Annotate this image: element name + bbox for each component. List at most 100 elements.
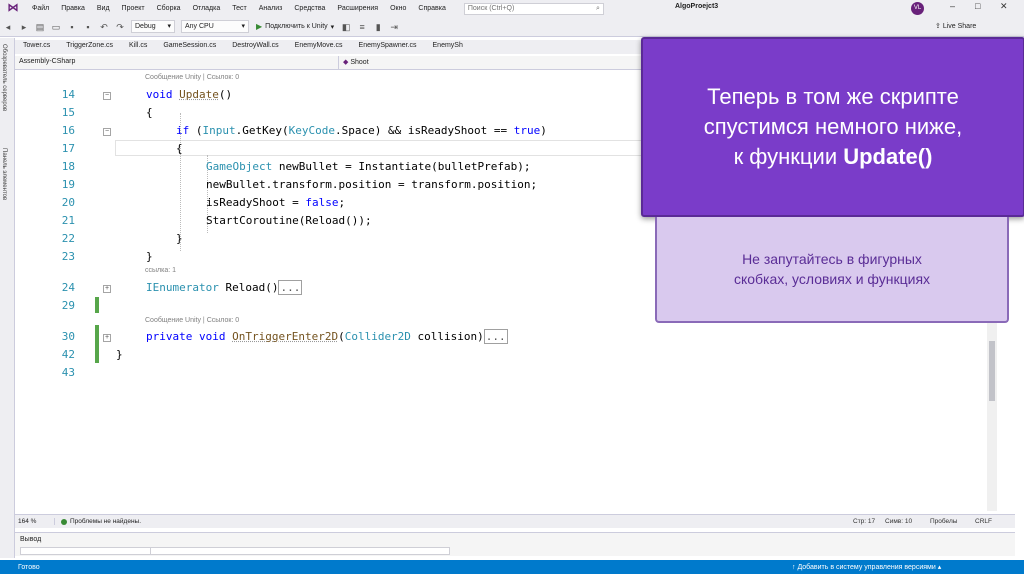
- platform-value: Any CPU: [185, 23, 214, 30]
- output-source-select[interactable]: [20, 547, 160, 555]
- menu-project[interactable]: Проект: [116, 5, 151, 12]
- undo-icon[interactable]: ↶: [99, 22, 109, 32]
- line-number: 15: [61, 106, 75, 119]
- editor-status-strip: 164 % Проблемы не найдены. Стр: 17 Симв:…: [15, 514, 1015, 528]
- menu-debug[interactable]: Отладка: [187, 5, 227, 12]
- codelens-trigger[interactable]: Сообщение Unity | Ссылок: 0: [145, 317, 239, 324]
- maximize-icon[interactable]: □: [975, 1, 980, 11]
- tutorial-callout: Теперь в том же скрипте спустимся немног…: [641, 37, 1024, 217]
- save-all-icon[interactable]: ▪: [83, 22, 93, 32]
- project-dropdown[interactable]: Assembly-CSharp: [15, 56, 339, 69]
- type-name: Collider2D: [344, 330, 411, 343]
- chevron-down-icon: ▾: [167, 23, 171, 30]
- tab-enemy-shoot[interactable]: EnemySh: [425, 40, 471, 54]
- changed-line-marker: [95, 297, 99, 313]
- menu-tools[interactable]: Средства: [288, 5, 331, 12]
- comment-icon[interactable]: ≡: [357, 22, 367, 32]
- tab-tower[interactable]: Tower.cs: [15, 40, 58, 54]
- code-line-position: newBullet.transform.position = transform…: [206, 178, 538, 191]
- chevron-down-icon: ▾: [241, 23, 245, 30]
- line-number: 21: [61, 214, 75, 227]
- new-project-icon[interactable]: ▤: [35, 22, 45, 32]
- quick-launch-placeholder: Поиск (Ctrl+Q): [467, 4, 515, 12]
- collapse-icon[interactable]: −: [103, 128, 111, 136]
- indent-icon[interactable]: ⇥: [389, 22, 399, 32]
- quick-launch-input[interactable]: Поиск (Ctrl+Q) ⌕: [463, 2, 604, 15]
- scrollbar-thumb[interactable]: [989, 341, 995, 401]
- toolbox-tab[interactable]: Панель элементов: [1, 148, 7, 200]
- bookmark-icon[interactable]: ▮: [373, 22, 383, 32]
- live-share-icon: ⇪: [935, 23, 941, 30]
- code-text: ;: [338, 196, 346, 209]
- tab-enemy-move[interactable]: EnemyMove.cs: [287, 40, 351, 54]
- menu-bar: ⋈ Файл Правка Вид Проект Сборка Отладка …: [0, 0, 1024, 17]
- zoom-level[interactable]: 164 %: [15, 518, 55, 525]
- codelens-reload[interactable]: ссылка: 1: [145, 267, 176, 274]
- callout-line: спустимся немного ниже,: [703, 114, 963, 139]
- callout-prefix: к функции: [733, 144, 844, 169]
- scm-label: Добавить в систему управления версиями: [797, 564, 936, 571]
- keyword: void: [146, 88, 173, 101]
- collapsed-region[interactable]: ...: [483, 329, 508, 344]
- open-icon[interactable]: ▭: [51, 22, 61, 32]
- close-icon[interactable]: ✕: [1000, 1, 1008, 12]
- hint-line: Не запутайтесь в фигурных: [742, 251, 922, 267]
- menu-edit[interactable]: Правка: [55, 5, 91, 12]
- add-to-source-control[interactable]: ↑ Добавить в систему управления версиями…: [792, 563, 941, 571]
- menu-window[interactable]: Окно: [384, 5, 412, 12]
- menu-test[interactable]: Тест: [226, 5, 252, 12]
- hot-reload-icon[interactable]: ◧: [341, 22, 351, 32]
- codelens-update[interactable]: Сообщение Unity | Ссылок: 0: [145, 74, 239, 81]
- save-icon[interactable]: ▪: [67, 22, 77, 32]
- whitespace-indicator[interactable]: Пробелы: [930, 518, 957, 525]
- server-explorer-tab[interactable]: Обозреватель серверов: [1, 44, 7, 111]
- tab-game-session[interactable]: GameSession.cs: [155, 40, 224, 54]
- code-text: (): [218, 88, 233, 101]
- window-title: AlgoProejct3: [675, 3, 719, 10]
- attach-unity-button[interactable]: ▶ Подключить к Unity ▾: [256, 22, 334, 31]
- user-avatar[interactable]: VL: [911, 2, 924, 15]
- callout-line: к функции Update(): [704, 142, 962, 172]
- line-number: 22: [61, 232, 75, 245]
- eol-indicator[interactable]: CRLF: [975, 518, 992, 525]
- output-panel: Вывод: [15, 532, 1015, 556]
- menu-help[interactable]: Справка: [412, 5, 451, 12]
- issues-text: Проблемы не найдены.: [70, 518, 142, 525]
- code-text: .GetKey(: [235, 124, 289, 137]
- redo-icon[interactable]: ↷: [115, 22, 125, 32]
- play-icon: ▶: [256, 22, 263, 31]
- line-number: 29: [61, 299, 75, 312]
- expand-icon[interactable]: +: [103, 285, 111, 293]
- standard-toolbar: ◂ ▸ ▤ ▭ ▪ ▪ ↶ ↷ Debug ▾ Any CPU ▾ ▶ Подк…: [0, 17, 1024, 37]
- menu-file[interactable]: Файл: [26, 5, 55, 12]
- menu-analyze[interactable]: Анализ: [253, 5, 289, 12]
- menu-extensions[interactable]: Расширения: [331, 5, 384, 12]
- menu-build[interactable]: Сборка: [151, 5, 187, 12]
- method-name: Update: [179, 88, 219, 101]
- configuration-value: Debug: [135, 23, 156, 30]
- minimize-icon[interactable]: –: [950, 1, 955, 11]
- code-line-coroutine: StartCoroutine(Reload());: [206, 214, 372, 227]
- tab-trigger-zone[interactable]: TriggerZone.cs: [58, 40, 121, 54]
- code-text: (: [338, 330, 345, 343]
- collapse-icon[interactable]: −: [103, 92, 111, 100]
- back-icon[interactable]: ◂: [3, 22, 13, 32]
- line-number: 24: [61, 281, 75, 294]
- expand-icon[interactable]: +: [103, 334, 111, 342]
- status-bar: Готово ↑ Добавить в систему управления в…: [0, 560, 1024, 574]
- issues-indicator[interactable]: Проблемы не найдены.: [55, 518, 141, 525]
- hint-line: скобках, условиях и функциях: [733, 271, 931, 287]
- tab-enemy-spawner[interactable]: EnemySpawner.cs: [351, 40, 425, 54]
- forward-icon[interactable]: ▸: [19, 22, 29, 32]
- configuration-select[interactable]: Debug ▾: [131, 20, 175, 33]
- platform-select[interactable]: Any CPU ▾: [181, 20, 249, 33]
- member-dropdown[interactable]: ◆ Shoot: [339, 56, 373, 69]
- live-share-button[interactable]: ⇪ Live Share: [935, 22, 976, 30]
- line-indicator: Стр: 17: [853, 518, 876, 525]
- menu-view[interactable]: Вид: [91, 5, 116, 12]
- tab-destroy-wall[interactable]: DestroyWall.cs: [224, 40, 286, 54]
- line-number: 20: [61, 196, 75, 209]
- collapsed-region[interactable]: ...: [278, 280, 303, 295]
- tab-kill[interactable]: Kill.cs: [121, 40, 155, 54]
- code-text: ): [540, 124, 547, 137]
